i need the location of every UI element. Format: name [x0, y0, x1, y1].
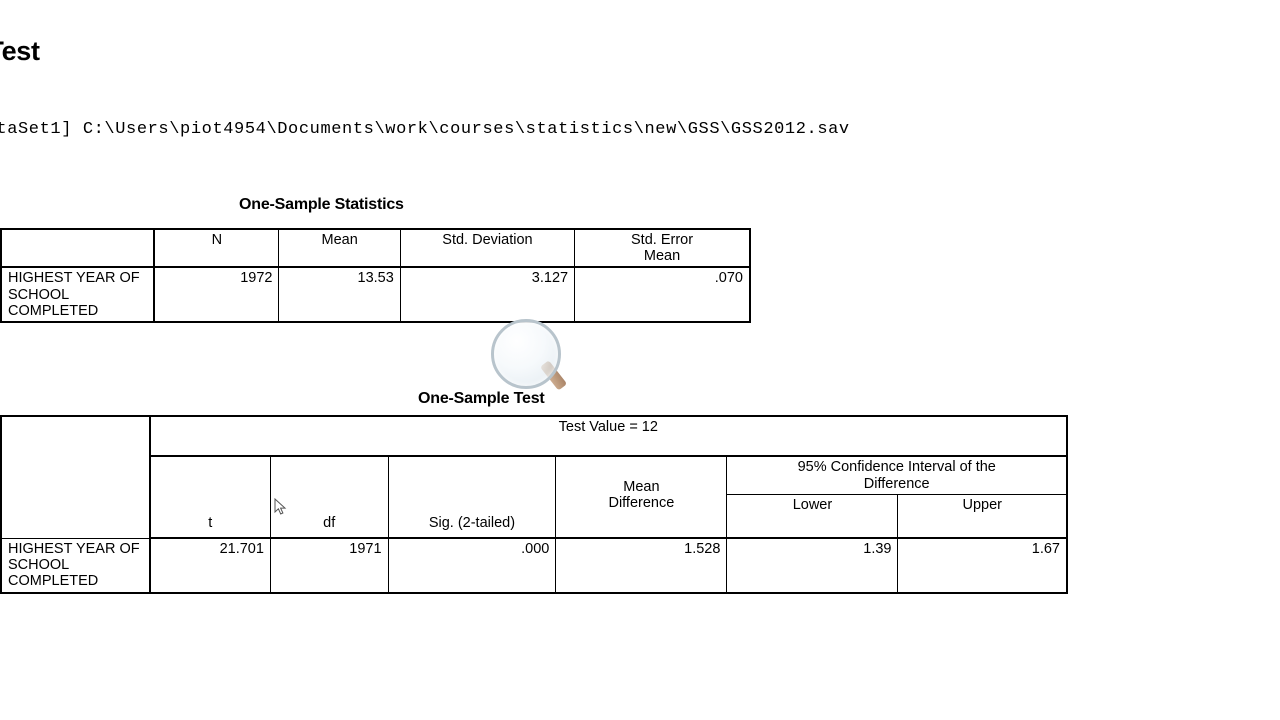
test-col-t-cell: t: [149, 455, 271, 540]
one-sample-statistics-table[interactable]: N Mean Std. Deviation Std. Error Mean HI…: [0, 228, 751, 324]
test-col-t: t: [208, 514, 213, 531]
test-value-sig: .000: [387, 537, 557, 594]
table-row[interactable]: HIGHEST YEAR OF SCHOOL COMPLETED 21.701 …: [0, 537, 1068, 594]
table-header-row-testvalue: Test Value = 12: [0, 415, 1068, 539]
test-col-sig-cell: Sig. (2-tailed): [387, 455, 557, 540]
one-sample-statistics-caption: One-Sample Statistics: [239, 196, 404, 213]
test-col-sig: Sig. (2-tailed): [428, 514, 516, 531]
spss-output-pane[interactable]: T-Test [DataSet1] C:\Users\piot4954\Docu…: [0, 0, 1280, 720]
ci-group-header-line1: 95% Confidence Interval of the: [797, 459, 996, 475]
mean-difference-line1: Mean: [623, 478, 660, 495]
test-col-ci-lower: Lower: [726, 494, 899, 540]
stats-value-std-deviation: 3.127: [399, 266, 576, 323]
stats-value-std-error-mean: .070: [574, 266, 751, 323]
std-error-mean-line1: Std. Error: [631, 232, 694, 248]
test-row-label: HIGHEST YEAR OF SCHOOL COMPLETED: [0, 537, 151, 594]
test-value-df: 1971: [269, 537, 389, 594]
dataset-path-line: [DataSet1] C:\Users\piot4954\Documents\w…: [0, 120, 850, 139]
test-col-df: df: [323, 514, 336, 531]
one-sample-test-caption: One-Sample Test: [418, 390, 545, 407]
std-error-mean-line2: Mean: [643, 248, 681, 265]
stats-col-n: N: [153, 228, 280, 269]
magnifier-lens-icon: [491, 319, 561, 389]
test-col-df-cell: df: [269, 455, 389, 540]
test-corner-cell: [0, 415, 151, 539]
page-title: T-Test: [0, 36, 40, 66]
table-row[interactable]: HIGHEST YEAR OF SCHOOL COMPLETED 1972 13…: [0, 266, 751, 323]
stats-value-mean: 13.53: [278, 266, 401, 323]
ci-group-header: 95% Confidence Interval of the Differenc…: [726, 455, 1068, 496]
stats-col-std-deviation: Std. Deviation: [399, 228, 576, 269]
table-header-row: N Mean Std. Deviation Std. Error Mean: [0, 228, 751, 269]
stats-value-n: 1972: [153, 266, 280, 323]
test-col-ci-upper: Upper: [897, 494, 1068, 540]
test-col-mean-difference-cell: Mean Difference: [555, 455, 728, 540]
table-header-row-ci-group: t df Sig. (2-tailed) Mean Difference 95%…: [1, 455, 1068, 540]
ci-group-header-line2: Difference: [863, 475, 930, 492]
stats-row-label: HIGHEST YEAR OF SCHOOL COMPLETED: [0, 266, 156, 323]
test-value-t: 21.701: [149, 537, 271, 594]
test-value-mean-difference: 1.528: [555, 537, 728, 594]
stats-col-std-error-mean: Std. Error Mean: [574, 228, 751, 269]
mean-difference-line2: Difference: [608, 495, 675, 511]
magnifier-handle-icon: [540, 360, 568, 391]
test-value-ci-lower: 1.39: [726, 537, 899, 594]
stats-col-mean: Mean: [278, 228, 401, 269]
magnifier-cursor: [491, 319, 568, 391]
stats-corner-cell: [0, 228, 156, 269]
one-sample-test-table[interactable]: Test Value = 12 t df Sig. (2-tailed) Mea…: [0, 415, 1068, 594]
test-value-ci-upper: 1.67: [897, 537, 1068, 594]
test-value-header: Test Value = 12: [149, 415, 1068, 457]
